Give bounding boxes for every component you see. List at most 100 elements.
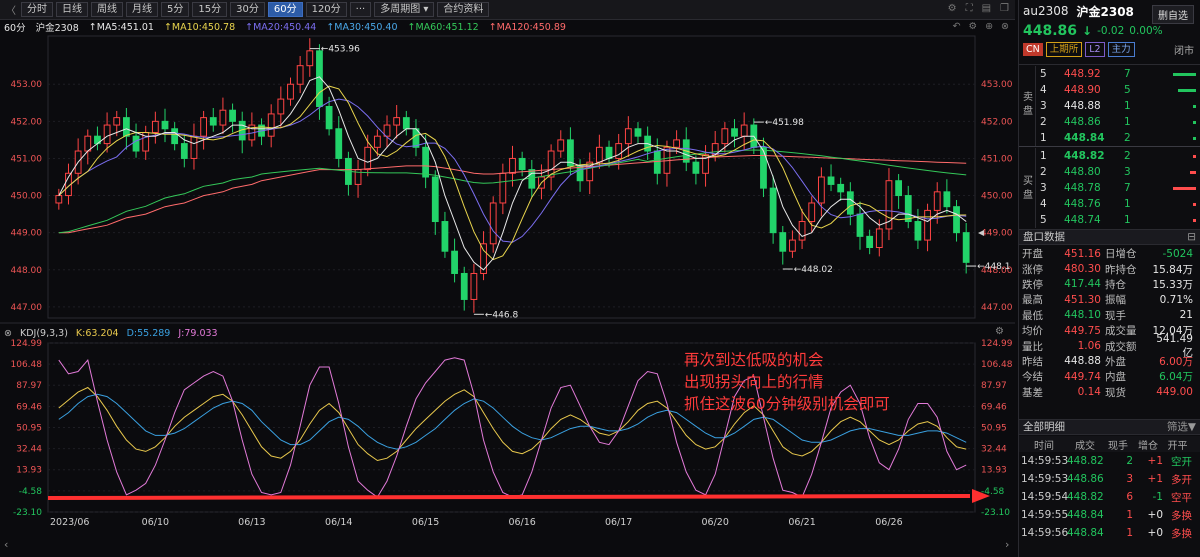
tick-price: 448.84 (1067, 527, 1104, 539)
scroll-right-icon[interactable]: › (1005, 538, 1009, 551)
stat-value: 451.30 (1064, 293, 1101, 306)
ask-row[interactable]: 2 448.86 1 (1035, 114, 1200, 130)
stat-row: 涨停 480.30 昨持仓 15.84万 (1019, 261, 1200, 276)
candle-body (451, 250, 458, 274)
x-tick-label: 06/15 (412, 517, 439, 528)
stat-label-2: 日增仓 (1105, 248, 1137, 261)
ask-row[interactable]: 1 448.84 2 (1035, 130, 1200, 146)
candle-body (904, 195, 912, 223)
bid-price: 448.74 (1064, 214, 1101, 226)
ticks-section-title: 全部明细 筛选▼ (1019, 419, 1200, 435)
kdj-settings-icon[interactable]: ⚙ (995, 326, 1004, 337)
candle-body (296, 65, 304, 85)
stat-label: 量比 (1022, 340, 1043, 353)
quote-panel: au2308 沪金2308 删自选 448.86 ↓ -0.02 0.00% C… (1018, 0, 1200, 557)
tick-type: 多换 (1171, 509, 1192, 522)
candle-body (325, 106, 333, 130)
tick-type: 空平 (1171, 491, 1192, 504)
bid-bar-wrap (1154, 218, 1200, 222)
stat-label-2: 现手 (1105, 309, 1126, 322)
stat-value-2: -5024 (1162, 247, 1193, 260)
candle-body (692, 161, 700, 174)
price-marker-label: ←451.98 (765, 118, 804, 128)
bid-row[interactable]: 2 448.80 3 (1035, 164, 1200, 180)
bid-book: 买盘 1 448.82 2 2 448.80 3 3 448.78 7 4 448.76 1 5 448.… (1019, 146, 1200, 228)
candle-body (953, 206, 960, 234)
stat-value: 448.10 (1064, 309, 1101, 322)
support-arrow-line (47, 494, 971, 500)
bid-row[interactable]: 5 448.74 1 (1035, 212, 1200, 228)
candle-body (364, 146, 372, 171)
tick-oi-change: +0 (1147, 509, 1163, 521)
bid-row[interactable]: 3 448.78 7 (1035, 180, 1200, 196)
candle-body (924, 209, 931, 241)
scroll-area (0, 531, 1015, 557)
stat-label: 最低 (1022, 309, 1043, 322)
bid-level: 5 (1040, 214, 1047, 226)
ask-row[interactable]: 4 448.90 5 (1035, 82, 1200, 98)
y-tick-label-left: 452.00 (11, 117, 43, 127)
price-change-pct: 0.00% (1129, 25, 1163, 37)
ticks-col-header: 增仓 (1138, 440, 1158, 452)
ask-row[interactable]: 5 448.92 7 (1035, 66, 1200, 82)
tick-time: 14:59:53 (1021, 473, 1069, 485)
candle-body (721, 128, 729, 145)
price-change: -0.02 (1097, 25, 1125, 37)
ask-price: 448.90 (1064, 84, 1101, 96)
candle-body (962, 232, 970, 263)
ask-bar-wrap (1154, 136, 1200, 140)
ticks-title-label[interactable]: 全部明细 (1023, 421, 1065, 433)
candle-body (103, 124, 111, 145)
candle-body (373, 135, 381, 148)
candle-body (615, 143, 623, 159)
candle-body (740, 124, 748, 137)
collapse-icon[interactable]: ⊟ (1187, 230, 1196, 244)
x-tick-label: 06/17 (605, 517, 632, 528)
filter-label: 筛选 (1166, 421, 1188, 433)
stat-label-2: 现货 (1105, 386, 1126, 399)
tick-row: 14:59:55 448.84 1 +0 多换 (1019, 506, 1200, 524)
x-tick-label: 06/13 (238, 517, 265, 528)
candle-body (576, 165, 584, 182)
bid-bar-wrap (1154, 186, 1200, 190)
tick-row: 14:59:56 448.84 1 +0 多换 (1019, 524, 1200, 542)
tick-time: 14:59:54 (1021, 491, 1069, 503)
remove-watchlist-button[interactable]: 删自选 (1152, 5, 1194, 24)
ask-volume-bar (1193, 104, 1196, 108)
tick-price: 448.82 (1067, 455, 1104, 467)
stat-value-2: 21 (1179, 309, 1193, 322)
tick-volume: 1 (1126, 527, 1133, 539)
candle-body (84, 135, 92, 152)
stat-label: 跌停 (1022, 278, 1043, 291)
tick-oi-change: +0 (1147, 527, 1163, 539)
main-plot-frame (47, 35, 976, 319)
tick-row: 14:59:53 448.86 3 +1 多开 (1019, 470, 1200, 488)
scroll-left-icon[interactable]: ‹ (4, 538, 8, 551)
ticks-col-header: 现手 (1108, 440, 1128, 452)
y-tick-label-right: 451.00 (981, 154, 1013, 164)
bid-row[interactable]: 1 448.82 2 (1035, 148, 1200, 164)
ask-qty: 7 (1124, 68, 1131, 80)
annotation-line-1: 再次到达低吸的机会 (684, 351, 824, 369)
analysis-annotation: 再次到达低吸的机会 出现拐头向上的行情 抓住这波60分钟级别机会即可 (684, 349, 890, 415)
kdj-tick-label-left: 50.95 (16, 423, 42, 433)
price-chart[interactable]: 447.00 447.00448.00 448.00449.00 449.00450.… (0, 0, 1015, 557)
x-tick-label: 06/10 (142, 517, 169, 528)
candle-body (827, 176, 835, 185)
candle-body (557, 139, 565, 152)
y-tick-label-right: 449.00 (981, 229, 1013, 239)
stat-value: 449.74 (1064, 370, 1101, 383)
kdj-tick-label-left: -23.10 (13, 508, 42, 518)
bid-row[interactable]: 4 448.76 1 (1035, 196, 1200, 212)
y-tick-label-left: 451.00 (11, 154, 43, 164)
price-marker-label: ←448.1 (977, 262, 1010, 272)
ticks-col-header: 开平 (1167, 440, 1188, 452)
candle-body (200, 117, 208, 137)
bid-volume-bar (1192, 154, 1196, 158)
bid-price: 448.82 (1064, 150, 1105, 162)
ask-row[interactable]: 3 448.88 1 (1035, 98, 1200, 114)
stat-label-2: 持仓 (1105, 278, 1126, 291)
filter-button[interactable]: 筛选▼ (1167, 420, 1196, 434)
bid-qty: 1 (1124, 198, 1131, 210)
candle-body (306, 50, 314, 67)
